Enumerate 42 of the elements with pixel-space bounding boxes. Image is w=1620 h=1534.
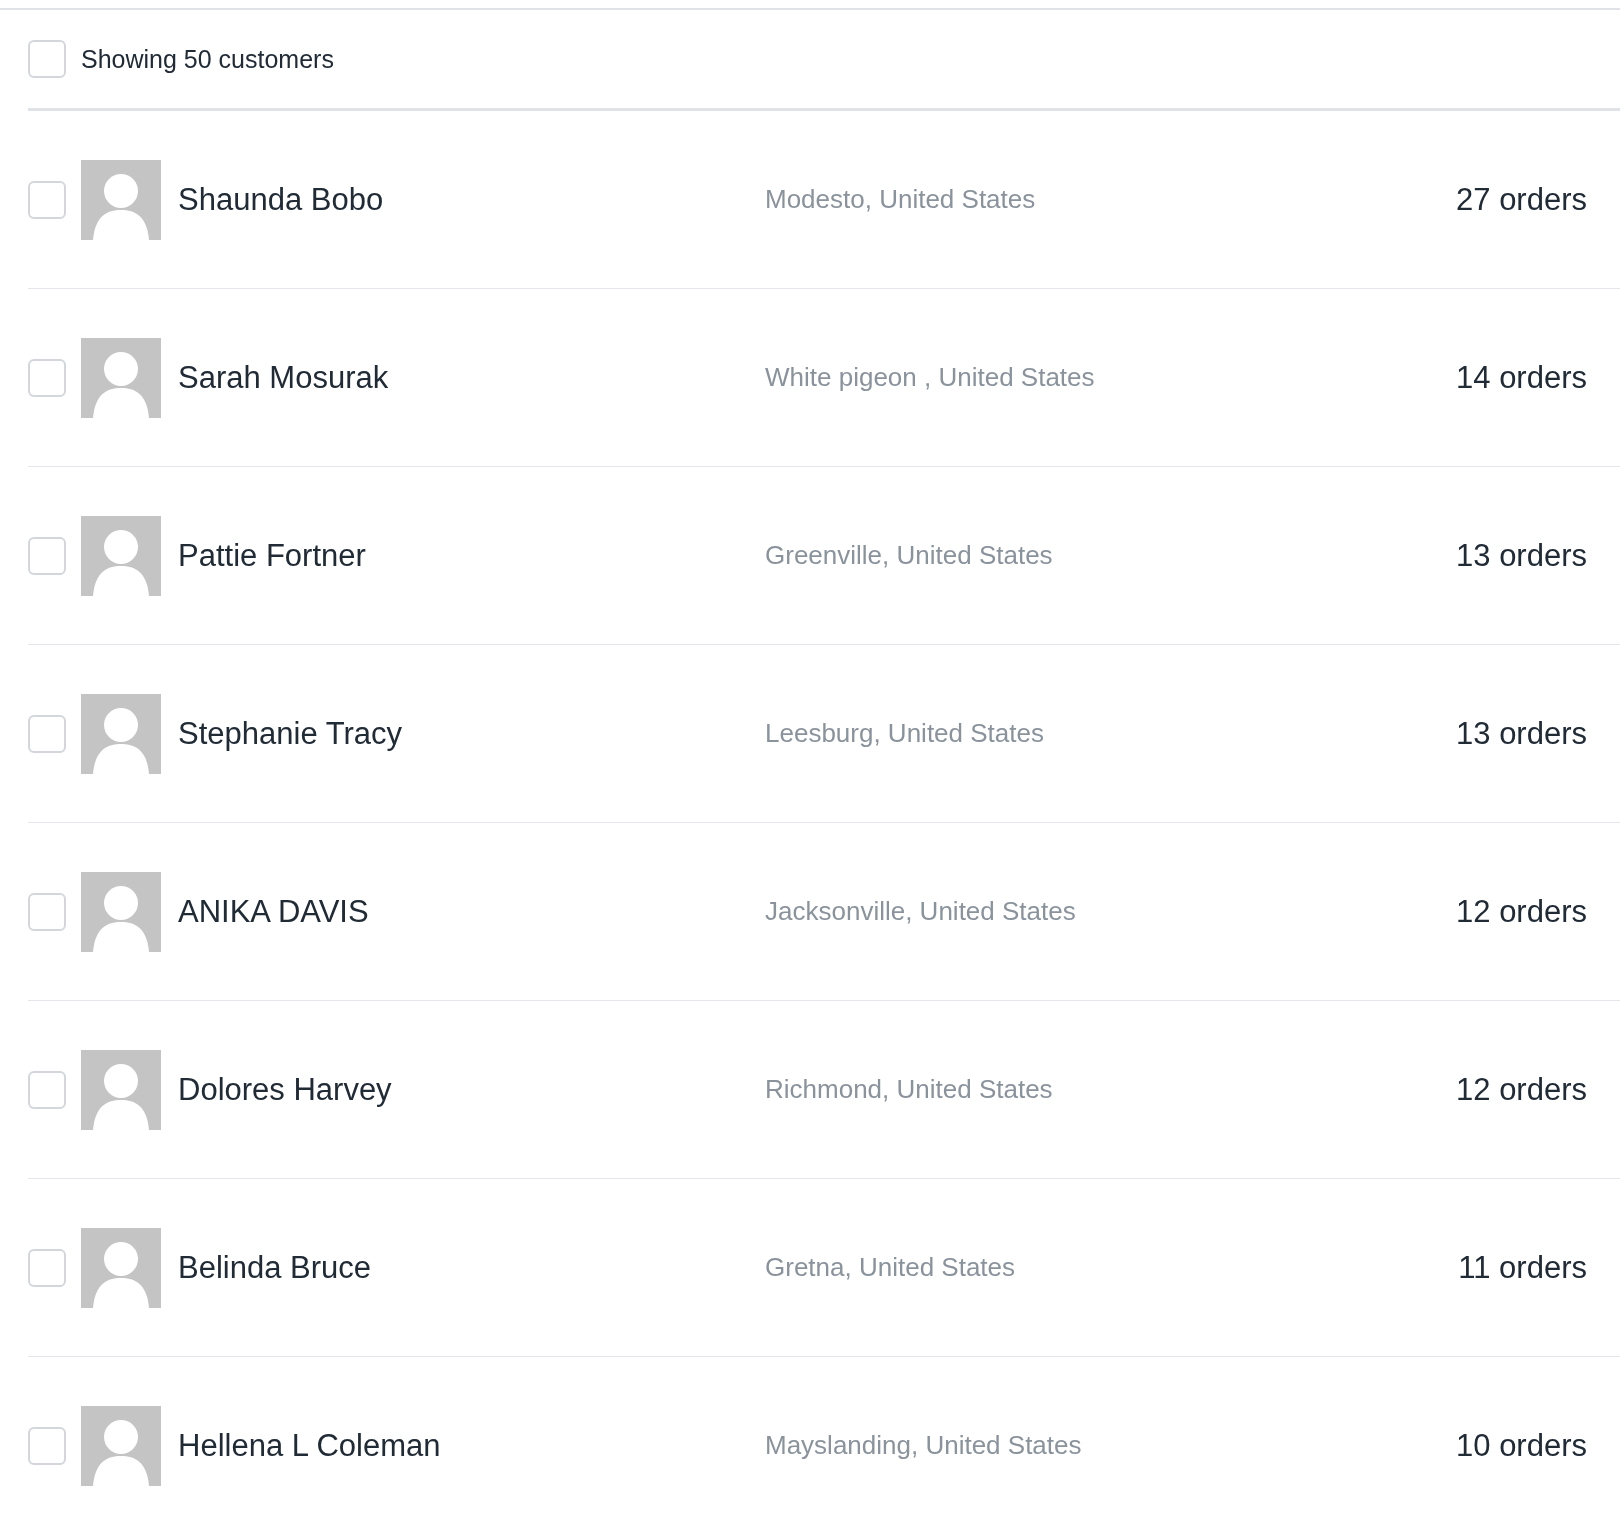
checkbox[interactable] — [28, 1248, 66, 1287]
checkbox[interactable] — [28, 40, 66, 78]
checkbox[interactable] — [28, 892, 66, 931]
customer-name[interactable]: Sarah Mosurak — [178, 359, 765, 396]
avatar-icon — [81, 1227, 161, 1308]
customer-name[interactable]: Belinda Bruce — [178, 1249, 765, 1286]
customer-location: Jacksonville, United States — [765, 896, 1077, 927]
customer-location: Mayslanding, United States — [765, 1430, 1083, 1461]
customer-location: Gretna, United States — [765, 1252, 1017, 1283]
customer-location: Modesto, United States — [765, 184, 1037, 215]
customer-name[interactable]: ANIKA DAVIS — [178, 893, 765, 930]
order-count: 14 orders — [1456, 359, 1587, 396]
order-count: 13 orders — [1456, 715, 1587, 752]
avatar-icon — [81, 693, 161, 774]
order-count: 13 orders — [1456, 537, 1587, 574]
customer-count: Showing 50 customers — [81, 44, 334, 74]
customer-name[interactable]: Shaunda Bobo — [178, 181, 765, 218]
checkbox[interactable] — [28, 536, 66, 575]
checkbox[interactable] — [28, 1426, 66, 1465]
order-count: 12 orders — [1456, 893, 1587, 930]
customer-location: Greenville, United States — [765, 540, 1054, 571]
order-count: 12 orders — [1456, 1071, 1587, 1108]
customer-location: Richmond, United States — [765, 1074, 1054, 1105]
customer-location: Leesburg, United States — [765, 718, 1045, 749]
checkbox[interactable] — [28, 358, 66, 397]
checkbox[interactable] — [28, 180, 66, 219]
avatar-icon — [81, 337, 161, 418]
avatar-icon — [81, 515, 161, 596]
avatar-icon — [81, 159, 161, 240]
customer-name[interactable]: Hellena L Coleman — [178, 1427, 765, 1464]
order-count: 27 orders — [1456, 181, 1587, 218]
order-count: 10 orders — [1456, 1427, 1587, 1464]
customer-name[interactable]: Dolores Harvey — [178, 1071, 765, 1108]
customer-name[interactable]: Pattie Fortner — [178, 537, 765, 574]
avatar-icon — [81, 1049, 161, 1130]
avatar-icon — [81, 1405, 161, 1486]
avatar-icon — [81, 871, 161, 952]
customer-location: White pigeon , United States — [765, 362, 1096, 393]
order-count: 11 orders — [1458, 1249, 1587, 1286]
checkbox[interactable] — [28, 1070, 66, 1109]
customer-name[interactable]: Stephanie Tracy — [178, 715, 765, 752]
checkbox[interactable] — [28, 714, 66, 753]
